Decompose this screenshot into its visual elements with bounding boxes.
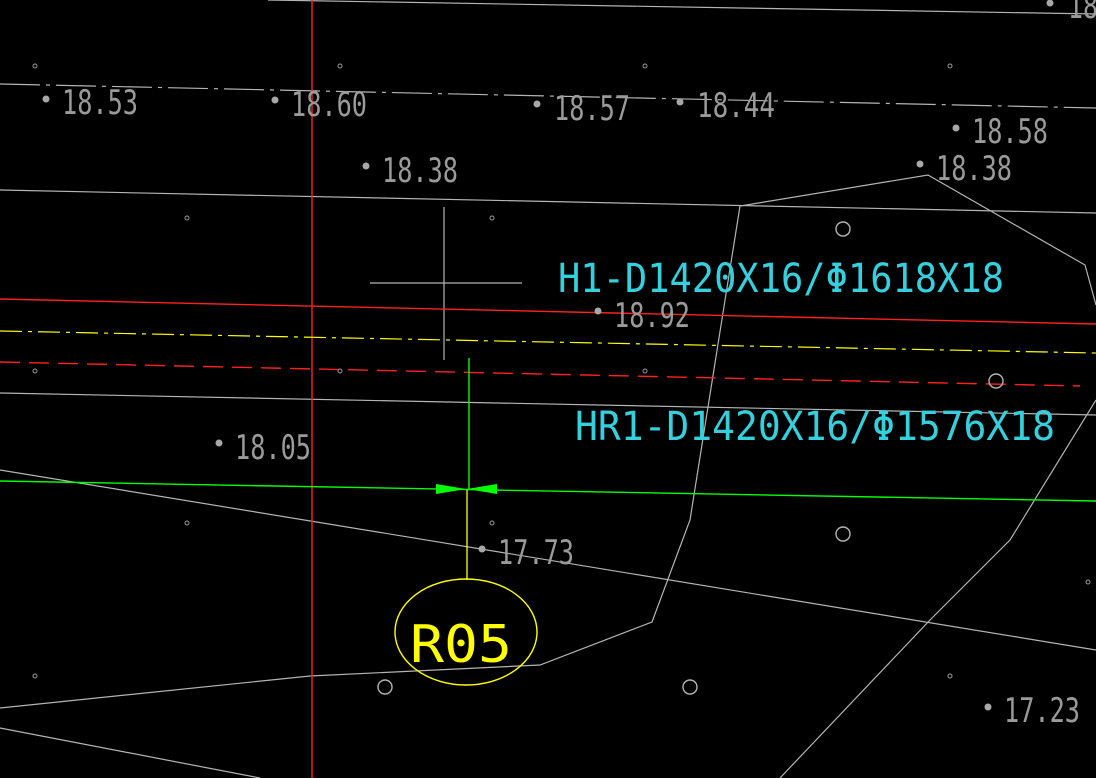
elevation-label: 18.05 <box>235 428 311 468</box>
green-pipe-line <box>0 480 1096 502</box>
circle-marker <box>835 221 851 237</box>
elevation-label: 18.60 <box>291 85 367 125</box>
dimension-arrow-right-icon <box>467 484 497 494</box>
circle-marker <box>377 679 393 695</box>
elevation-label: 18 <box>1068 0 1096 27</box>
grid-dot <box>32 63 38 69</box>
grid-dot <box>489 215 495 221</box>
grid-dot <box>337 368 343 374</box>
bottom-left-line <box>0 727 261 778</box>
elevation-point <box>952 124 960 132</box>
grid-dot <box>947 673 953 679</box>
elevation-label: 18.38 <box>382 151 458 191</box>
grid-dots <box>32 63 1091 679</box>
elevation-points <box>42 0 1054 711</box>
red-pipe-line-h1 <box>0 298 1096 325</box>
grid-dot <box>184 520 190 526</box>
pipe-label-hr1: HR1-D1420X16/Φ1576X18 <box>575 404 1055 450</box>
grid-dot <box>642 63 648 69</box>
marker-label: R05 <box>410 615 512 675</box>
elevation-point <box>1046 0 1054 7</box>
elevation-point <box>984 703 992 711</box>
grid-dot <box>1085 579 1091 585</box>
grid-dot <box>184 215 190 221</box>
elevation-point <box>594 307 602 315</box>
pipe-label-h1: H1-D1420X16/Φ1618X18 <box>558 256 1004 302</box>
grid-dot <box>947 63 953 69</box>
road-edge-upper <box>0 189 1096 214</box>
cad-drawing-canvas[interactable]: R05 18.53 18.60 18.57 18.44 18.58 18.38 … <box>0 0 1096 778</box>
top-boundary-line <box>267 0 1096 15</box>
grid-dot <box>642 368 648 374</box>
elevation-point <box>916 160 924 168</box>
yellow-centerline <box>0 330 1096 354</box>
grid-dot <box>337 63 343 69</box>
elevation-label: 18.53 <box>62 83 138 123</box>
dimension-arrow-left-icon <box>436 484 466 494</box>
circle-marker <box>988 373 1004 389</box>
elevation-label: 18.38 <box>936 149 1012 189</box>
circle-marker <box>682 679 698 695</box>
grid-dot <box>32 368 38 374</box>
red-dashed-pipe-line-hr1 <box>0 361 1081 387</box>
elevation-point <box>215 439 223 447</box>
elevation-point <box>533 100 541 108</box>
grid-dot <box>32 673 38 679</box>
elevation-label: 17.23 <box>1004 691 1080 731</box>
elevation-label: 17.73 <box>498 533 574 573</box>
elevation-point <box>362 162 370 170</box>
circle-marker <box>835 526 851 542</box>
elevation-label: 18.58 <box>972 112 1048 152</box>
elevation-point <box>478 545 486 553</box>
dashdot-gray-line <box>0 83 1096 109</box>
elevation-label: 18.92 <box>614 296 690 336</box>
elevation-point <box>271 96 279 104</box>
elevation-point <box>676 98 684 106</box>
elevation-label: 18.57 <box>554 89 630 129</box>
elevation-label: 18.44 <box>697 86 775 126</box>
elevation-point <box>42 95 50 103</box>
elevation-labels: 18.53 18.60 18.57 18.44 18.58 18.38 18.3… <box>62 0 1096 731</box>
gray-linework <box>0 0 1096 778</box>
grid-dot <box>489 520 495 526</box>
